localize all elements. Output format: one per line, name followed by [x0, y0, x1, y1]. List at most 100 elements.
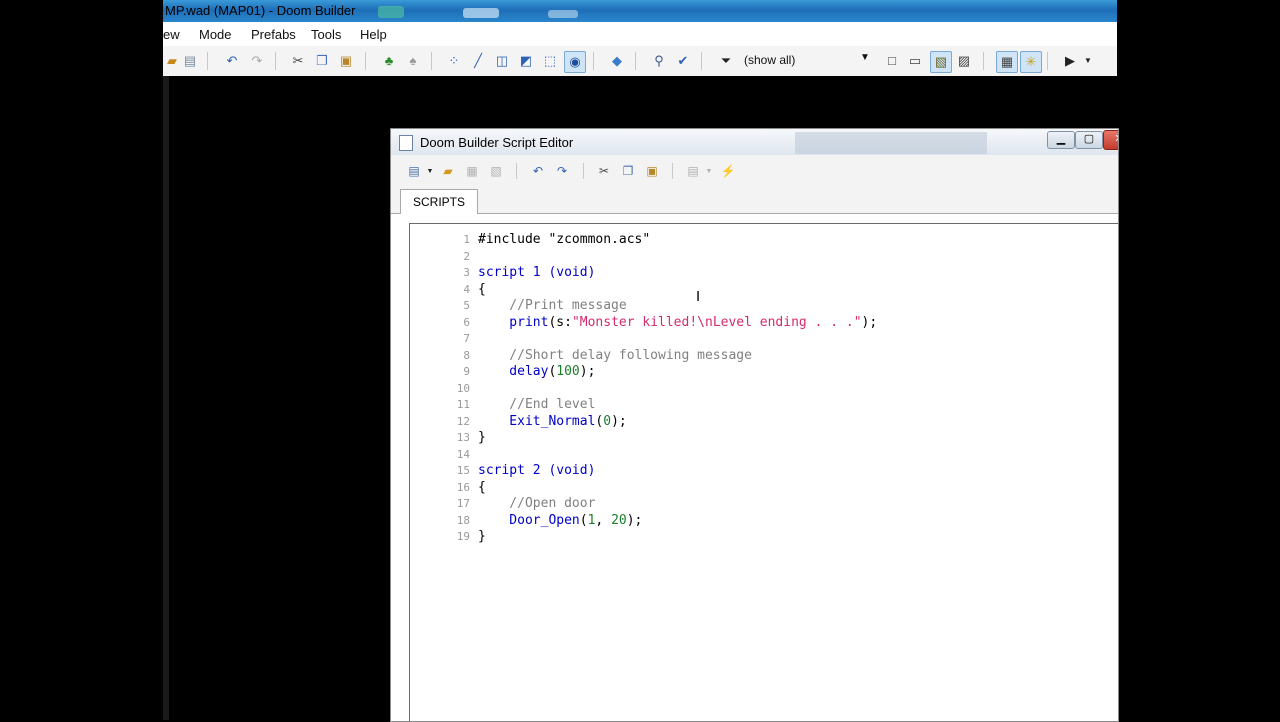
save-all-icon[interactable]: ▧: [487, 163, 505, 179]
cut-icon[interactable]: ✂: [595, 163, 613, 179]
copy-icon[interactable]: ❐: [313, 52, 331, 70]
tab-scripts[interactable]: SCRIPTS: [400, 189, 478, 214]
menu-view[interactable]: ew: [163, 27, 180, 42]
toolbar-separator: [701, 52, 702, 70]
code-token: print: [478, 314, 549, 330]
view-brightness-icon[interactable]: ▭: [906, 52, 924, 70]
script-code-editor[interactable]: 1 #include "zcommon.acs" 2 3 script 1 (void)…: [409, 223, 1118, 721]
things-filter-select[interactable]: (show all): [744, 53, 795, 67]
copy-icon[interactable]: ❐: [619, 163, 637, 179]
chevron-down-icon[interactable]: ▼: [700, 163, 718, 179]
cut-icon[interactable]: ✂: [289, 52, 307, 70]
redo-icon[interactable]: ↷: [248, 52, 266, 70]
code-token: //Print message: [478, 298, 627, 313]
menu-tools[interactable]: Tools: [311, 27, 341, 42]
code-line[interactable]: 8 //Short delay following message: [410, 347, 1118, 365]
code-token: script 2 (void): [478, 463, 596, 478]
view-floor-textures-icon[interactable]: ▧: [930, 51, 952, 73]
redo-icon[interactable]: ↷: [553, 163, 571, 179]
toolbar-separator: [431, 52, 432, 70]
main-toolbar: ▰ ▤ ↶ ↷ ✂ ❐ ▣ ♣ ♠ ⁘ ╱ ◫ ◩ ⬚ ◉ ◆ ⚲ ✔ ⏷ (s…: [163, 46, 1117, 77]
minimize-button[interactable]: ▁: [1047, 131, 1075, 149]
3d-cube-icon[interactable]: ◆: [608, 52, 626, 70]
check-map-icon[interactable]: ✔: [674, 52, 692, 70]
test-map-play-icon[interactable]: ▶: [1061, 52, 1079, 70]
find-icon[interactable]: ⚲: [650, 52, 668, 70]
grid-icon[interactable]: ▦: [996, 51, 1018, 73]
code-token: 0: [603, 413, 612, 429]
vertices-mode-icon[interactable]: ⁘: [445, 52, 463, 70]
code-line[interactable]: 19}: [410, 529, 1118, 546]
code-token: script 1 (void): [478, 265, 596, 280]
script-editor-title-bar[interactable]: Doom Builder Script Editor ▁ ▢ ✕: [391, 129, 1118, 156]
undo-icon[interactable]: ↶: [223, 52, 241, 70]
things-mode-icon[interactable]: ◩: [517, 52, 535, 70]
left-background: [0, 0, 163, 720]
line-number: 12: [456, 414, 470, 428]
chevron-down-icon[interactable]: ▼: [860, 52, 870, 63]
paste-icon[interactable]: ▣: [337, 52, 355, 70]
line-number: 5: [463, 299, 470, 312]
code-text: delay(100);: [478, 364, 595, 379]
code-text: print(s:"Monster killed!\nLevel ending .…: [478, 315, 877, 330]
code-line[interactable]: 13}: [410, 430, 1118, 447]
code-line[interactable]: 1 #include "zcommon.acs": [410, 232, 1118, 249]
code-line[interactable]: 7: [410, 331, 1118, 348]
menu-help[interactable]: Help: [360, 27, 387, 42]
code-line[interactable]: 16 {: [410, 480, 1118, 497]
code-line[interactable]: 4{: [410, 282, 1118, 299]
close-button[interactable]: ✕: [1103, 130, 1118, 150]
code-line[interactable]: 10: [410, 381, 1118, 398]
snap-to-grid-icon[interactable]: ✳: [1020, 51, 1042, 73]
script-editor-window: Doom Builder Script Editor ▁ ▢ ✕ ▤ ▼ ▰ ▦…: [390, 128, 1119, 722]
code-line[interactable]: 15 script 2 (void): [410, 463, 1118, 480]
code-line[interactable]: 3 script 1 (void): [410, 265, 1118, 282]
toolbar-separator: [583, 163, 584, 179]
chevron-down-icon[interactable]: ▼: [421, 163, 439, 179]
monster-icon[interactable]: ♠: [404, 52, 422, 70]
toolbar-separator: [635, 52, 636, 70]
code-line[interactable]: 12 Exit_Normal(0);: [410, 413, 1118, 431]
main-title-bar[interactable]: MP.wad (MAP01) - Doom Builder: [163, 0, 1117, 22]
open-script-icon[interactable]: ▰: [439, 163, 457, 179]
code-line[interactable]: 2: [410, 249, 1118, 266]
code-line[interactable]: 6 print(s:"Monster killed!\nLevel ending…: [410, 315, 1118, 332]
line-number: 8: [463, 348, 470, 362]
make-sectors-mode-icon[interactable]: ⬚: [541, 52, 559, 70]
menu-prefabs[interactable]: Prefabs: [251, 27, 296, 42]
code-line[interactable]: 14: [410, 447, 1118, 464]
sectors-mode-icon[interactable]: ◫: [493, 52, 511, 70]
code-token: }: [478, 430, 486, 445]
code-token: );: [579, 364, 596, 379]
map-options-icon[interactable]: ▤: [181, 52, 199, 70]
open-map-icon[interactable]: ▰: [163, 52, 181, 70]
code-line[interactable]: 17 //Open door: [410, 496, 1118, 513]
things-tree-icon[interactable]: ♣: [380, 52, 398, 70]
code-line[interactable]: 9 delay(100);: [410, 364, 1118, 381]
code-text: script 2 (void): [478, 463, 595, 478]
visual-mode-icon[interactable]: ◉: [564, 51, 586, 73]
compile-icon[interactable]: ⚡: [719, 163, 737, 179]
toolbar-separator: [1047, 52, 1048, 70]
code-line[interactable]: 18 Door_Open(1, 20);: [410, 512, 1118, 530]
code-line[interactable]: 11 //End level: [410, 397, 1118, 414]
line-number: 19: [456, 530, 470, 543]
code-line[interactable]: 5 //Print message: [410, 298, 1118, 315]
menu-mode[interactable]: Mode: [199, 27, 232, 42]
view-ceiling-textures-icon[interactable]: ▨: [955, 52, 973, 70]
view-normal-icon[interactable]: □: [883, 52, 901, 70]
paste-icon[interactable]: ▣: [643, 163, 661, 179]
code-token: );: [626, 512, 643, 528]
code-token: 20: [611, 512, 627, 528]
code-token: //Short delay following message: [478, 347, 752, 363]
save-icon[interactable]: ▦: [463, 163, 481, 179]
code-token: );: [611, 413, 627, 429]
undo-icon[interactable]: ↶: [529, 163, 547, 179]
chevron-down-icon[interactable]: ▼: [1079, 52, 1097, 70]
line-number: 15: [456, 464, 470, 477]
document-icon: [399, 135, 413, 151]
linedefs-mode-icon[interactable]: ╱: [469, 52, 487, 70]
filter-icon[interactable]: ⏷: [717, 52, 735, 70]
maximize-button[interactable]: ▢: [1075, 131, 1103, 149]
code-token: delay: [478, 364, 549, 379]
